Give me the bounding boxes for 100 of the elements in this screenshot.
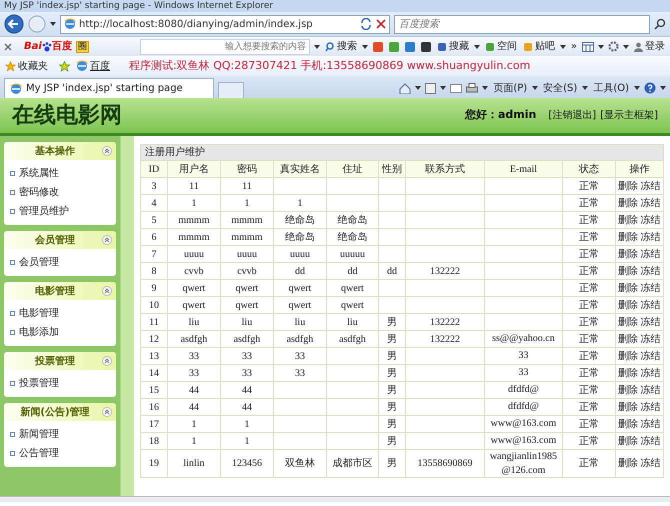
header-link[interactable]: [注销退出]	[548, 108, 596, 123]
action-link[interactable]: 删除	[618, 436, 638, 446]
action-link[interactable]: 冻结	[640, 266, 661, 276]
table-cell: 33	[484, 348, 562, 364]
menu-button[interactable]: 工具(O)	[592, 80, 630, 96]
action-link[interactable]: 冻结	[640, 232, 661, 242]
action-link[interactable]: 冻结	[640, 180, 661, 192]
action-link[interactable]: 删除	[618, 266, 638, 276]
sidebar-item[interactable]: 电影添加	[4, 323, 116, 342]
caret-icon[interactable]	[598, 44, 604, 48]
action-link[interactable]: 删除	[618, 368, 638, 378]
search-button[interactable]: 搜索	[324, 39, 358, 54]
caret-icon[interactable]	[50, 22, 56, 26]
sidebar-item[interactable]: 公告管理	[4, 444, 116, 463]
action-link[interactable]: 删除	[618, 418, 638, 430]
favorites-button[interactable]: 收藏夹	[4, 58, 49, 74]
home-icon[interactable]	[399, 82, 412, 94]
collapse-icon[interactable]	[102, 356, 112, 366]
action-link[interactable]: 冻结	[640, 300, 661, 310]
caret-icon[interactable]	[623, 44, 629, 48]
notice-text: 程序测试:双鱼林 QQ:287307421 手机:13558690869 www.shuangyulin.com	[129, 58, 530, 74]
login-button[interactable]: 登录	[633, 39, 666, 54]
favorite-link[interactable]: 百度	[75, 58, 111, 74]
action-link[interactable]: 删除	[618, 350, 638, 362]
close-icon[interactable]	[4, 42, 12, 50]
app-icon[interactable]	[420, 40, 432, 52]
collapse-icon[interactable]	[102, 407, 112, 417]
search-icon[interactable]	[654, 18, 666, 30]
action-link[interactable]: 冻结	[640, 384, 661, 396]
menu-button[interactable]: 安全(S)	[542, 80, 578, 96]
action-link[interactable]: 删除	[618, 248, 638, 260]
action-link[interactable]: 冻结	[640, 316, 661, 328]
address-field[interactable]: http://localhost:8080/dianying/admin/index.jsp	[60, 14, 390, 34]
action-link[interactable]: 删除	[618, 214, 638, 226]
action-link[interactable]: 删除	[618, 232, 638, 242]
action-link[interactable]: 删除	[618, 282, 638, 294]
settings-icon[interactable]	[608, 41, 619, 52]
table-cell: qwert	[326, 280, 378, 296]
table-cell: dd	[273, 262, 326, 280]
help-icon[interactable]	[644, 82, 656, 94]
action-link[interactable]: 冻结	[640, 198, 661, 208]
sidebar-item[interactable]: 电影管理	[4, 304, 116, 323]
action-link[interactable]: 冻结	[640, 350, 661, 362]
action-link[interactable]: 冻结	[640, 368, 661, 378]
action-link[interactable]: 冻结	[640, 248, 661, 260]
sidebar-item[interactable]: 投票管理	[4, 374, 116, 393]
sidebar-item[interactable]: 系统属性	[4, 164, 116, 183]
toolbar-button[interactable]: 空间	[484, 39, 518, 54]
table-cell: qwert	[220, 280, 274, 296]
collapse-icon[interactable]	[102, 146, 112, 156]
action-link[interactable]: 冻结	[640, 334, 661, 344]
toolbar-button[interactable]: 贴吧	[522, 39, 556, 54]
action-link[interactable]: 冻结	[640, 282, 661, 294]
caret-icon[interactable]	[474, 44, 480, 48]
caret-icon[interactable]	[482, 86, 488, 90]
header-link[interactable]: [显示主框架]	[600, 108, 658, 123]
caret-icon[interactable]	[582, 86, 588, 90]
action-link[interactable]: 删除	[618, 402, 638, 412]
action-link[interactable]: 删除	[618, 334, 638, 344]
collapse-icon[interactable]	[102, 286, 112, 296]
sidebar-item[interactable]: 密码修改	[4, 183, 116, 202]
caret-icon[interactable]	[532, 86, 538, 90]
action-link[interactable]: 删除	[618, 300, 638, 310]
action-link[interactable]: 删除	[618, 458, 638, 469]
menu-button[interactable]: 页面(P)	[492, 80, 528, 96]
action-link[interactable]: 删除	[618, 316, 638, 328]
action-link[interactable]: 删除	[618, 198, 638, 208]
table-cell: qwert	[167, 280, 220, 296]
action-link[interactable]: 冻结	[640, 436, 661, 446]
action-link[interactable]: 删除	[618, 384, 638, 396]
action-link[interactable]: 冻结	[640, 402, 661, 412]
caret-icon[interactable]	[415, 86, 422, 90]
browser-tab[interactable]: My JSP 'index.jsp' starting page	[4, 78, 214, 98]
sidebar-item[interactable]: 管理员维护	[4, 202, 116, 221]
caret-icon[interactable]	[660, 86, 666, 90]
close-icon[interactable]	[376, 19, 386, 29]
sidebar-item[interactable]: 新闻管理	[4, 425, 116, 444]
column-header: ID	[140, 160, 168, 178]
toolbar-button[interactable]: 搜藏	[436, 39, 470, 54]
table-cell: 1	[273, 194, 326, 212]
caret-icon[interactable]	[440, 86, 446, 90]
search-field[interactable]: 百度搜索	[394, 14, 650, 34]
add-favorite-icon[interactable]	[59, 60, 71, 72]
caret-icon[interactable]	[362, 44, 368, 48]
caret-icon[interactable]	[314, 44, 320, 48]
refresh-icon[interactable]	[360, 18, 372, 30]
collapse-icon[interactable]	[102, 235, 112, 245]
action-link[interactable]: 删除	[618, 180, 638, 192]
search-field[interactable]: 输入想要搜索的内容	[140, 38, 310, 54]
caret-icon[interactable]	[634, 86, 640, 90]
group-title: 新闻(公告)管理	[19, 405, 91, 420]
printer-icon[interactable]	[466, 82, 478, 94]
action-link[interactable]: 冻结	[640, 458, 661, 469]
sidebar-item[interactable]: 会员管理	[4, 253, 116, 272]
grid-icon[interactable]	[582, 42, 594, 52]
caret-icon[interactable]	[560, 44, 566, 48]
action-link[interactable]: 冻结	[640, 214, 661, 226]
action-link[interactable]: 冻结	[640, 418, 661, 430]
table-cell: liu	[273, 314, 326, 330]
more-button[interactable]: »	[570, 39, 578, 54]
